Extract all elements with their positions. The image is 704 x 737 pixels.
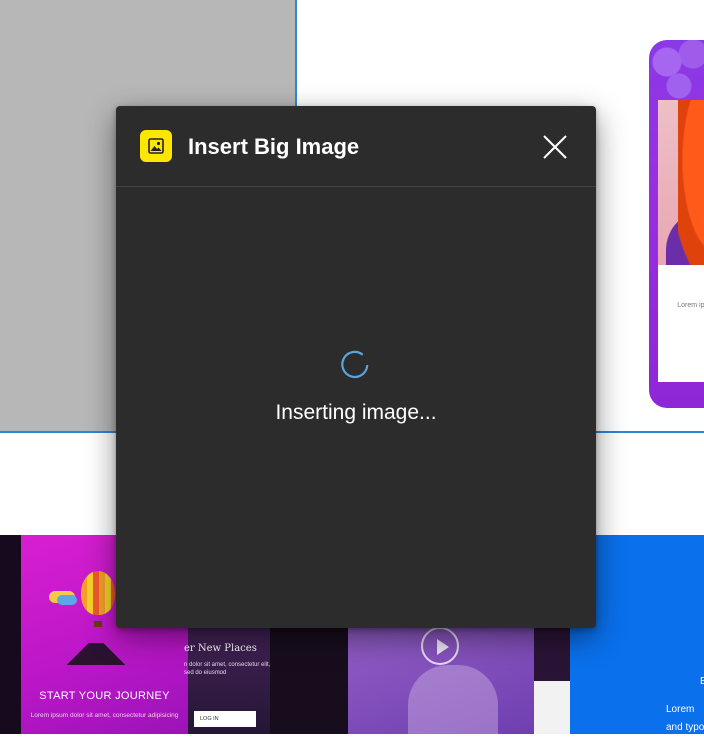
blue-screen-letter: E: [700, 676, 704, 687]
insert-big-image-dialog: Insert Big Image Inserting image...: [116, 106, 596, 628]
new-places-subtitle: n dolor sit amet, consectetur elit, sed …: [184, 662, 271, 676]
close-icon: [543, 135, 567, 159]
portrait-hair: [678, 100, 704, 265]
journey-title: START YOUR JOURNEY: [39, 690, 170, 702]
blue-screen-text: Lorem and typo: [666, 701, 704, 737]
blue-line-1: Lorem: [666, 704, 695, 715]
dialog-title: Insert Big Image: [188, 134, 360, 159]
phone-bubble-decoration: [649, 40, 704, 100]
light-tile: [534, 681, 570, 734]
video-figure: [408, 665, 498, 734]
status-text: Inserting image...: [275, 401, 437, 424]
image-icon: [140, 130, 172, 162]
hot-air-balloon-icon: [81, 571, 115, 615]
phone-mockup-frame[interactable]: Lorem ip adipis: [649, 40, 704, 408]
new-places-title: er New Places: [184, 643, 257, 654]
login-button: LOG IN: [194, 711, 256, 727]
blue-line-2: and typo: [666, 722, 704, 733]
loading-spinner-icon: [340, 349, 370, 379]
play-icon: [421, 627, 459, 665]
close-button[interactable]: [540, 132, 570, 162]
balloon-basket-icon: [94, 621, 102, 627]
dialog-header: Insert Big Image: [116, 106, 596, 187]
cloud-blue-icon: [57, 595, 77, 605]
dark-screen-left[interactable]: [0, 535, 21, 734]
phone-card-text: Lorem ip adipis: [677, 302, 704, 309]
mountains-icon: [61, 643, 131, 665]
journey-subtitle: Lorem ipsum dolor sit amet, consectetur …: [30, 712, 179, 719]
phone-portrait-image: [658, 100, 704, 265]
